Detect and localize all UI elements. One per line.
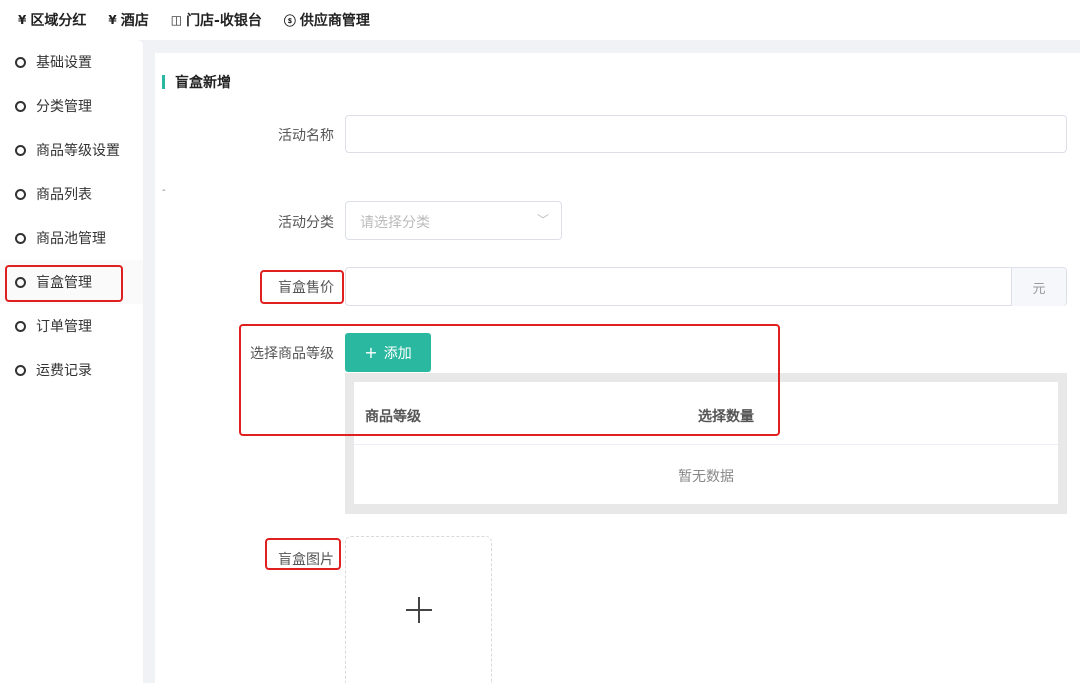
image-uploader[interactable] <box>345 536 492 683</box>
image-label: 盲盒图片 <box>278 552 334 568</box>
price-field[interactable]: 元 <box>345 267 1067 306</box>
price-label: 盲盒售价 <box>278 280 334 296</box>
price-unit-suffix: 元 <box>1011 268 1066 306</box>
activity-name-input[interactable] <box>345 115 1067 153</box>
sidebar-item-label: 基础设置 <box>36 55 92 71</box>
circle-icon <box>15 232 26 244</box>
topnav-item-store-cashier[interactable]: ◫ 门店-收银台 <box>171 10 262 30</box>
topnav-label: 门店-收银台 <box>186 13 262 29</box>
topnav-label: 供应商管理 <box>299 13 370 29</box>
sidebar-item-label: 商品等级设置 <box>36 143 120 159</box>
sidebar-item-product-pool[interactable]: 商品池管理 <box>0 216 143 260</box>
column-header-grade: 商品等级 <box>365 409 421 425</box>
circle-icon <box>15 364 26 376</box>
supplier-icon: ⓢ <box>283 13 296 28</box>
topnav-item-regional-dividend[interactable]: ¥ 区域分红 <box>18 10 86 30</box>
grade-table-container: 商品等级 选择数量 暂无数据 <box>345 373 1067 514</box>
grade-label: 选择商品等级 <box>250 346 334 362</box>
circle-icon <box>15 320 26 332</box>
add-grade-button[interactable]: + 添加 <box>345 333 431 372</box>
empty-table-text: 暂无数据 <box>678 469 734 485</box>
sidebar-item-label: 运费记录 <box>36 363 92 379</box>
sidebar: 基础设置 分类管理 商品等级设置 商品列表 商品池管理 盲盒管理 订单管理 运费… <box>0 40 143 683</box>
table-header: 商品等级 选择数量 <box>354 382 1058 445</box>
sidebar-item-label: 分类管理 <box>36 99 92 115</box>
activity-name-label: 活动名称 <box>278 128 334 144</box>
grade-table: 商品等级 选择数量 暂无数据 <box>354 382 1058 504</box>
sidebar-item-label: 商品池管理 <box>36 231 106 247</box>
activity-category-label: 活动分类 <box>278 215 334 231</box>
sidebar-item-label: 商品列表 <box>36 187 92 203</box>
stray-mark: - <box>162 185 166 196</box>
circle-icon <box>15 56 26 68</box>
title-accent-bar <box>162 75 165 89</box>
circle-icon <box>15 144 26 156</box>
circle-icon <box>15 276 26 288</box>
topnav-label: 区域分红 <box>30 13 87 29</box>
circle-icon <box>15 188 26 200</box>
main-panel: 盲盒新增 - 活动名称 活动分类 请选择分类 ﹀ 盲盒售价 元 选择商品等级 +… <box>155 53 1080 683</box>
sidebar-item-label: 订单管理 <box>36 319 92 335</box>
yen-icon: ¥ <box>108 13 117 27</box>
topnav-item-hotel[interactable]: ¥ 酒店 <box>108 10 148 30</box>
sidebar-item-basic-settings[interactable]: 基础设置 <box>0 40 143 84</box>
cashier-icon: ◫ <box>170 13 183 27</box>
chevron-down-icon: ﹀ <box>536 213 549 227</box>
add-button-label: 添加 <box>383 345 412 362</box>
sidebar-item-blind-box[interactable]: 盲盒管理 <box>0 260 143 304</box>
sidebar-item-grade-settings[interactable]: 商品等级设置 <box>0 128 143 172</box>
top-nav: ¥ 区域分红 ¥ 酒店 ◫ 门店-收银台 ⓢ 供应商管理 <box>0 0 1080 40</box>
column-header-quantity: 选择数量 <box>698 409 754 425</box>
sidebar-item-label: 盲盒管理 <box>36 275 92 291</box>
activity-category-select[interactable]: 请选择分类 ﹀ <box>345 201 562 240</box>
select-placeholder: 请选择分类 <box>360 215 430 231</box>
topnav-item-supplier[interactable]: ⓢ 供应商管理 <box>284 10 370 30</box>
section-title: 盲盒新增 <box>162 72 231 92</box>
sidebar-item-orders[interactable]: 订单管理 <box>0 304 143 348</box>
section-title-text: 盲盒新增 <box>175 75 231 91</box>
topnav-label: 酒店 <box>120 13 149 29</box>
sidebar-item-product-list[interactable]: 商品列表 <box>0 172 143 216</box>
dividend-icon: ¥ <box>18 13 27 27</box>
sidebar-item-category[interactable]: 分类管理 <box>0 84 143 128</box>
sidebar-item-freight[interactable]: 运费记录 <box>0 348 143 392</box>
circle-icon <box>15 100 26 112</box>
plus-icon <box>406 597 432 623</box>
plus-icon: + <box>364 343 378 362</box>
